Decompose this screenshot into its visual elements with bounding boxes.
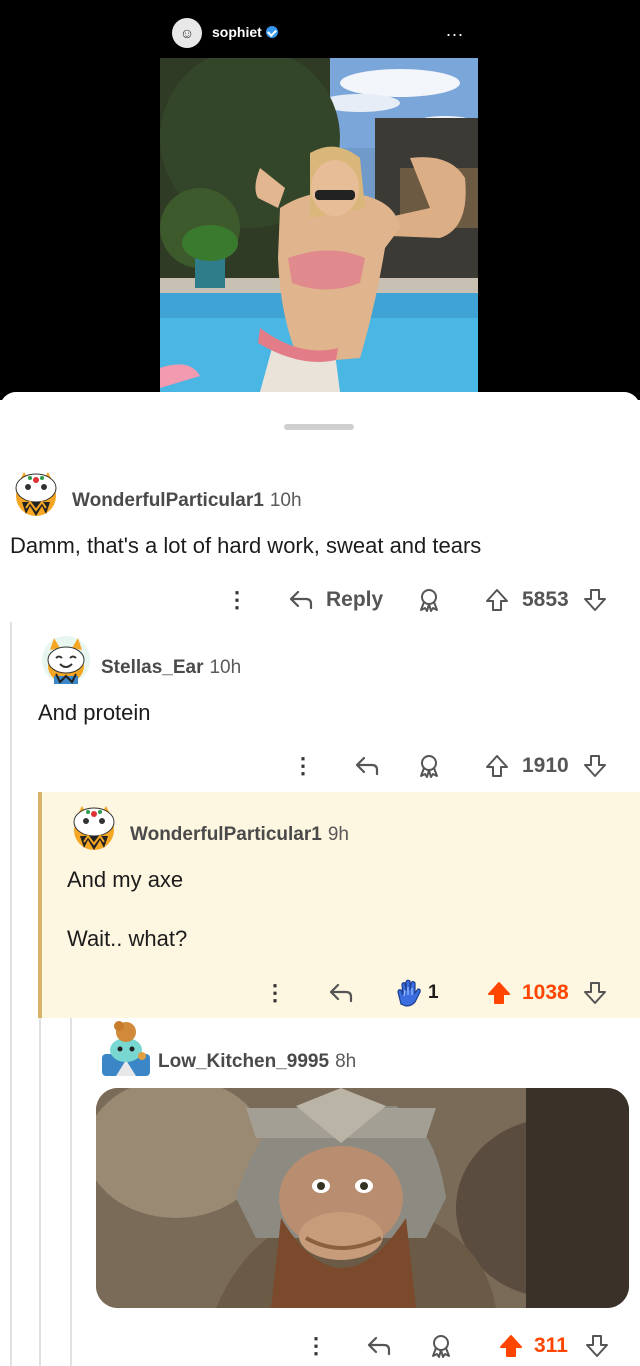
drag-handle[interactable] bbox=[284, 424, 354, 430]
award-icon[interactable] bbox=[428, 1326, 454, 1366]
upvote-active-icon[interactable] bbox=[498, 1326, 524, 1366]
comment-text: And protein bbox=[38, 700, 151, 725]
award-count: 1 bbox=[428, 982, 439, 1003]
upvote-icon[interactable] bbox=[484, 580, 510, 620]
more-vertical-icon[interactable]: ⋮ bbox=[226, 580, 248, 620]
comment-author[interactable]: WonderfulParticular1 10h bbox=[72, 490, 302, 512]
comment-time: 10h bbox=[269, 490, 302, 511]
vote-count: 1038 bbox=[522, 981, 569, 1004]
post-username-row[interactable]: sophiet bbox=[212, 24, 278, 40]
comment-username[interactable]: WonderfulParticular1 bbox=[130, 824, 322, 845]
comment-actions: ⋮ 311 bbox=[0, 1326, 640, 1366]
comment-author[interactable]: WonderfulParticular1 9h bbox=[130, 824, 349, 846]
gif-image[interactable] bbox=[96, 1088, 629, 1308]
comment-author[interactable]: Stellas_Ear 10h bbox=[101, 657, 241, 679]
comment-time: 9h bbox=[327, 824, 349, 845]
downvote-icon[interactable] bbox=[584, 1326, 610, 1366]
person-avatar-icon[interactable]: ☺ bbox=[172, 18, 202, 48]
comment-username[interactable]: Low_Kitchen_9995 bbox=[158, 1051, 329, 1072]
comment-actions: ⋮ Reply 5853 bbox=[0, 580, 640, 620]
thread-line[interactable] bbox=[39, 1018, 41, 1366]
reply-arrow-icon[interactable] bbox=[354, 746, 380, 786]
more-vertical-icon[interactable]: ⋮ bbox=[305, 1326, 327, 1366]
comment-actions: ⋮ 1 1038 bbox=[0, 973, 640, 1013]
post-header: ☺ sophiet ... bbox=[160, 6, 478, 58]
downvote-icon[interactable] bbox=[582, 580, 608, 620]
clapping-hand-award-icon bbox=[394, 978, 424, 1008]
downvote-icon[interactable] bbox=[582, 973, 608, 1013]
reply-label: Reply bbox=[326, 588, 384, 611]
tiger-avatar-icon[interactable] bbox=[8, 462, 64, 518]
more-vertical-icon[interactable]: ⋮ bbox=[264, 973, 286, 1013]
comment-text: Damm, that's a lot of hard work, sweat a… bbox=[10, 533, 482, 558]
reply-arrow-icon bbox=[288, 589, 314, 611]
reply-arrow-icon[interactable] bbox=[366, 1326, 392, 1366]
tiger-avatar-icon[interactable] bbox=[66, 796, 122, 852]
post-container: ☺ sophiet ... bbox=[0, 0, 640, 400]
more-vertical-icon[interactable]: ⋮ bbox=[292, 746, 314, 786]
comment-time: 10h bbox=[209, 657, 242, 678]
comment-username[interactable]: WonderfulParticular1 bbox=[72, 490, 264, 511]
snoo-avatar-icon[interactable] bbox=[98, 1020, 154, 1076]
comment-text-line-1: And my axe bbox=[67, 867, 184, 892]
upvote-icon[interactable] bbox=[484, 746, 510, 786]
comment-text-line-2: Wait.. what? bbox=[67, 926, 188, 951]
post-username[interactable]: sophiet bbox=[212, 24, 262, 40]
more-options-icon[interactable]: ... bbox=[446, 20, 464, 41]
award-icon[interactable] bbox=[416, 580, 442, 620]
reply-arrow-icon[interactable] bbox=[328, 973, 354, 1013]
downvote-icon[interactable] bbox=[582, 746, 608, 786]
upvote-active-icon[interactable] bbox=[486, 973, 512, 1013]
comment-username[interactable]: Stellas_Ear bbox=[101, 657, 203, 678]
vote-count: 5853 bbox=[522, 588, 569, 611]
award-icon[interactable] bbox=[416, 746, 442, 786]
award-button[interactable]: 1 bbox=[394, 973, 439, 1013]
vote-count: 311 bbox=[534, 1334, 568, 1357]
vote-count: 1910 bbox=[522, 754, 569, 777]
post-photo[interactable] bbox=[160, 58, 478, 392]
comment-actions: ⋮ 1910 bbox=[0, 746, 640, 786]
thread-line[interactable] bbox=[70, 1018, 72, 1366]
reply-button[interactable]: Reply bbox=[288, 580, 383, 620]
tiger-avatar-icon[interactable] bbox=[38, 630, 94, 686]
comment-author[interactable]: Low_Kitchen_9995 8h bbox=[158, 1051, 356, 1073]
verified-badge-icon bbox=[265, 26, 278, 38]
comment-time: 8h bbox=[335, 1051, 357, 1072]
